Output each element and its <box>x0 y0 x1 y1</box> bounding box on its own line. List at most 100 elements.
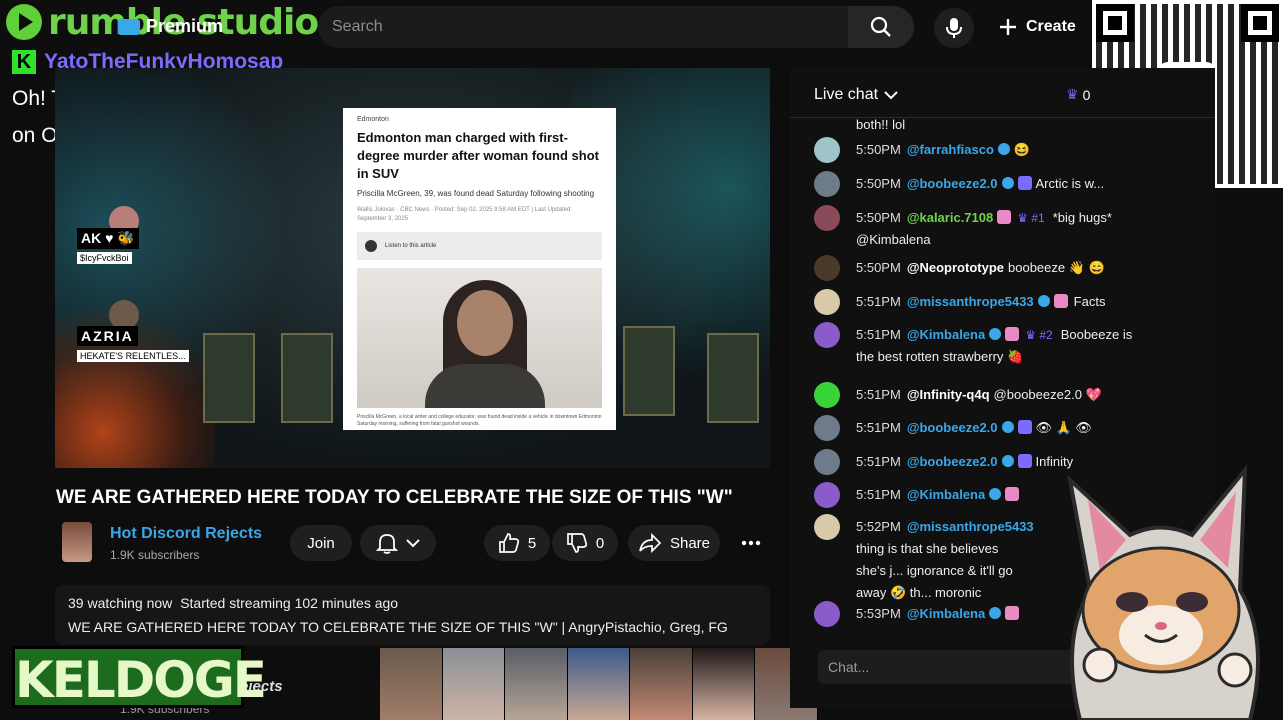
live-chat-title[interactable]: Live chat <box>814 86 898 104</box>
avatar[interactable] <box>814 514 840 540</box>
participant-sub: HEKATE'S RELENTLES... <box>77 350 189 362</box>
avatar[interactable] <box>814 382 840 408</box>
photo-thumbnail <box>630 648 693 720</box>
live-chat-label: Live chat <box>814 86 879 103</box>
create-button[interactable]: Create <box>998 10 1076 44</box>
avatar[interactable] <box>814 415 840 441</box>
avatar[interactable] <box>814 255 840 281</box>
chat-username[interactable]: @Neoprototype <box>907 260 1004 275</box>
avatar[interactable] <box>814 601 840 627</box>
pony-badge-icon <box>1005 487 1020 501</box>
chat-username[interactable]: @kalaric.7108 <box>907 210 993 225</box>
chat-message: both!! lol <box>814 114 1204 136</box>
chat-username[interactable]: @missanthrope5433 <box>907 294 1034 309</box>
chat-message-text: 😆 <box>1013 142 1031 157</box>
chat-time: 5:50PM <box>856 260 901 275</box>
tarot-card <box>281 333 333 423</box>
chat-viewer-count-value: 0 <box>1082 86 1091 103</box>
rank-badge: ♛ #2 <box>1025 328 1053 342</box>
like-count: 5 <box>527 534 537 552</box>
thumbnail-strip <box>380 648 819 720</box>
notification-button[interactable] <box>360 525 436 561</box>
chat-username[interactable]: @boobeeze2.0 <box>907 454 998 469</box>
more-options-button[interactable] <box>732 525 770 561</box>
chat-username[interactable]: @Kimbalena <box>907 487 985 502</box>
stream-started: Started streaming 102 minutes ago <box>180 595 399 611</box>
play-icon <box>6 4 42 40</box>
chat-message-text: Facts <box>1073 294 1106 309</box>
dislike-count: 0 <box>595 534 605 552</box>
verified-icon <box>1001 177 1014 189</box>
video-title: WE ARE GATHERED HERE TODAY TO CELEBRATE … <box>56 487 733 508</box>
chat-message: 5:50PM @farrahfiasco 😆 <box>814 137 1204 163</box>
pony-badge-icon <box>1005 327 1020 341</box>
avatar[interactable] <box>814 137 840 163</box>
description-box[interactable]: 39 watching now Started streaming 102 mi… <box>55 585 770 645</box>
qr-finder <box>1096 4 1134 42</box>
chat-time: 5:53PM <box>856 606 901 621</box>
chat-username[interactable]: @Kimbalena <box>907 606 985 621</box>
chat-username[interactable]: @missanthrope5433 <box>907 519 1034 534</box>
join-label: Join <box>307 534 335 552</box>
share-label: Share <box>669 534 711 552</box>
channel-name[interactable]: Hot Discord Rejects <box>110 525 262 543</box>
participant-sub: $IcyFvckBoi <box>77 252 132 264</box>
chat-time: 5:51PM <box>856 454 901 469</box>
article-listen-label: Listen to this article <box>385 243 437 249</box>
chat-time: 5:51PM <box>856 487 901 502</box>
verified-icon <box>989 488 1002 500</box>
verified-icon <box>989 607 1002 619</box>
pony-badge-icon <box>997 210 1012 224</box>
chat-username[interactable]: @Infinity-q4q <box>907 387 990 402</box>
article-kicker: Edmonton <box>357 116 389 123</box>
dislike-button[interactable]: 0 <box>552 525 618 561</box>
avatar[interactable] <box>814 289 840 315</box>
voice-search-button[interactable] <box>934 8 974 48</box>
chat-message-text: Arctic is w... <box>1035 176 1105 191</box>
chat-time: 5:50PM <box>856 210 901 225</box>
photo-thumbnail <box>442 648 506 720</box>
chat-message: 5:51PM @Infinity-q4q @boobeeze2.0 💖 <box>814 382 1204 408</box>
avatar[interactable] <box>814 322 840 348</box>
premium-badge[interactable]: Premium <box>118 16 223 37</box>
like-button[interactable]: 5 <box>484 525 550 561</box>
premium-label: Premium <box>146 16 224 36</box>
avatar[interactable] <box>814 449 840 475</box>
chat-username[interactable]: @Kimbalena <box>907 327 985 342</box>
more-icon <box>741 540 761 546</box>
chat-time: 5:52PM <box>856 519 901 534</box>
premium-icon <box>118 18 140 35</box>
qr-finder <box>1241 4 1279 42</box>
participant-tag: AZRIA <box>77 326 138 346</box>
chat-time: 5:51PM <box>856 327 901 342</box>
chat-username[interactable]: @farrahfiasco <box>907 142 994 157</box>
chat-username[interactable]: @boobeeze2.0 <box>907 176 998 191</box>
chat-message: 5:51PM @Kimbalena ♛ #2 Boobeeze is the best… <box>814 322 1204 368</box>
avatar[interactable] <box>814 171 840 197</box>
chat-time: 5:51PM <box>856 387 901 402</box>
kick-icon: K <box>12 50 36 74</box>
stream-screen: rumble studio Premium Search Create $ K … <box>0 0 1283 720</box>
chat-message-text: 👁 🙏 👁 <box>1035 420 1092 435</box>
avatar[interactable] <box>814 482 840 508</box>
chat-message-text: boobeeze 👋 😄 <box>1008 260 1105 275</box>
search-button[interactable] <box>848 6 914 48</box>
tarot-card <box>707 333 759 423</box>
photo-thumbnail <box>567 648 631 720</box>
description-line-1: 39 watching now Started streaming 102 mi… <box>68 595 757 611</box>
description-line-2: WE ARE GATHERED HERE TODAY TO CELEBRATE … <box>68 619 728 635</box>
channel-avatar[interactable] <box>62 522 92 562</box>
plus-icon <box>1000 19 1016 35</box>
search-input[interactable]: Search <box>318 6 848 48</box>
participant-tag: AK ♥ 🐝 <box>77 228 139 249</box>
share-button[interactable]: Share <box>628 525 720 561</box>
video-player[interactable]: AK ♥ 🐝 $IcyFvckBoi AZRIA HEKATE'S RELENT… <box>55 68 770 468</box>
article-meta: Wallis Jolovac · CBC News · Posted: Sep … <box>357 207 572 222</box>
chat-time: 5:50PM <box>856 142 901 157</box>
chat-username[interactable]: @boobeeze2.0 <box>907 420 998 435</box>
join-button[interactable]: Join <box>290 525 352 561</box>
create-label: Create <box>1026 18 1076 35</box>
thumbs-up-icon <box>498 533 519 553</box>
chat-time: 5:51PM <box>856 294 901 309</box>
avatar[interactable] <box>814 205 840 231</box>
